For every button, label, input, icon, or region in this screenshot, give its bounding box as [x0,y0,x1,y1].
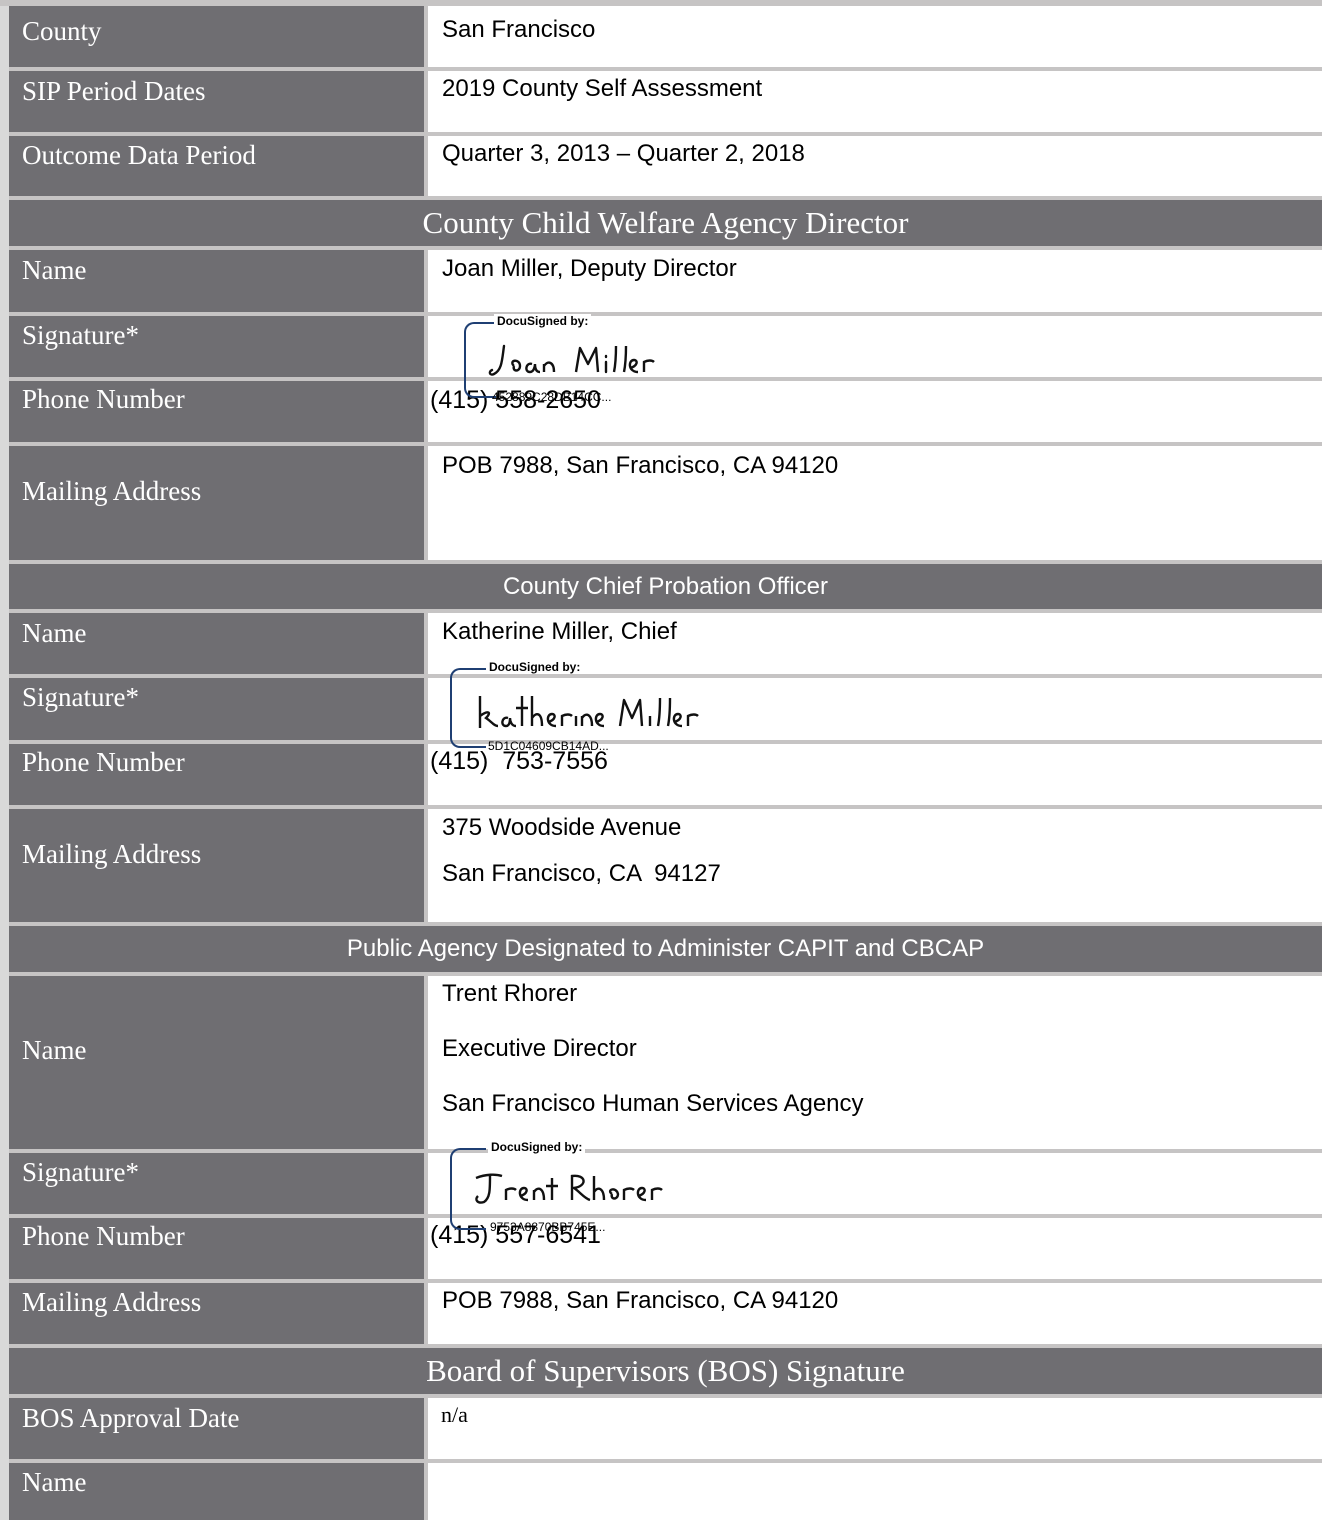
docusign-id: 5D1C04609CB14AD... [488,739,609,753]
public-agency-section: Public Agency Designated to Administer C… [0,926,1322,972]
docusign-stamp: DocuSigned by: 452889C28DB14CC... [464,314,724,404]
phone-label: Phone Number [9,381,424,442]
public-agency-name-row: Name Trent Rhorer Executive Director San… [0,976,1322,1149]
name-value: Trent Rhorer Executive Director San Fran… [428,976,1322,1149]
section-header-public-agency: Public Agency Designated to Administer C… [9,926,1322,972]
handwritten-signature [478,696,699,728]
public-agency-address-row: Mailing Address POB 7988, San Francisco,… [0,1283,1322,1344]
sip-period-value: 2019 County Self Assessment [428,71,1322,132]
name-label: Name [9,250,424,312]
child-welfare-name-row: Name Joan Miller, Deputy Director [0,250,1322,312]
name-label: Name [9,613,424,674]
column-divider [424,250,428,564]
handwritten-signature [475,1173,663,1204]
docusign-id: 452889C28DB14CC... [492,390,612,404]
child-welfare-section: County Child Welfare Agency Director [0,200,1322,246]
name-label: Name [9,976,424,1149]
address-label: Mailing Address [9,446,424,560]
bos-section: Board of Supervisors (BOS) Signature [0,1348,1322,1394]
address-label: Mailing Address [9,809,424,922]
address-value: POB 7988, San Francisco, CA 94120 [428,1283,1322,1344]
docusign-label: DocuSigned by: [494,314,592,328]
phone-label: Phone Number [9,1218,424,1279]
name-line: San Francisco Human Services Agency [442,1090,864,1117]
column-divider [424,613,428,926]
section-header-child-welfare: County Child Welfare Agency Director [9,200,1322,246]
signature-label: Signature* [9,678,424,740]
signature-label: Signature* [9,316,424,377]
docusign-id: 9753A8870BB745E... [490,1220,606,1234]
bos-approval-row: BOS Approval Date n/a [0,1398,1322,1459]
handwritten-signature [488,344,655,376]
docusign-label: DocuSigned by: [488,1140,586,1154]
probation-phone-row: Phone Number (415) 753-7556 [0,744,1322,805]
address-label: Mailing Address [9,1283,424,1344]
probation-section: County Chief Probation Officer [0,564,1322,609]
outcome-period-label: Outcome Data Period [9,136,424,196]
sip-period-row: SIP Period Dates 2019 County Self Assess… [0,71,1322,132]
name-line: Trent Rhorer [442,980,578,1007]
county-value: San Francisco [428,6,1322,67]
address-line: 375 Woodside Avenue [442,814,682,841]
child-welfare-address-row: Mailing Address POB 7988, San Francisco,… [0,446,1322,560]
column-divider [424,976,428,1348]
address-value: 375 Woodside Avenue San Francisco, CA 94… [428,809,1322,922]
section-header-probation: County Chief Probation Officer [9,564,1322,609]
county-row: County San Francisco [0,6,1322,67]
probation-address-row: Mailing Address 375 Woodside Avenue San … [0,809,1322,922]
column-divider [424,1398,428,1520]
docusign-label: DocuSigned by: [486,660,584,674]
sip-period-label: SIP Period Dates [9,71,424,132]
county-label: County [9,6,424,67]
section-header-bos: Board of Supervisors (BOS) Signature [9,1348,1322,1394]
name-value [428,1463,1322,1520]
docusign-stamp: DocuSigned by: 9753A8870BB745E... [450,1140,710,1234]
bos-name-row: Name [0,1463,1322,1520]
phone-label: Phone Number [9,744,424,805]
address-line: San Francisco, CA 94127 [442,860,721,887]
name-line: Executive Director [442,1035,637,1062]
docusign-stamp: DocuSigned by: 5D1C04609CB14AD... [450,660,730,753]
signature-label: Signature* [9,1153,424,1214]
column-divider [424,6,428,200]
bos-approval-label: BOS Approval Date [9,1398,424,1459]
bos-approval-value: n/a [428,1398,1322,1459]
outcome-period-row: Outcome Data Period Quarter 3, 2013 – Qu… [0,136,1322,196]
phone-value: (415) 753-7556 [428,744,1322,805]
address-value: POB 7988, San Francisco, CA 94120 [428,446,1322,560]
name-value: Joan Miller, Deputy Director [428,250,1322,312]
name-label: Name [9,1463,424,1520]
outcome-period-value: Quarter 3, 2013 – Quarter 2, 2018 [428,136,1322,196]
